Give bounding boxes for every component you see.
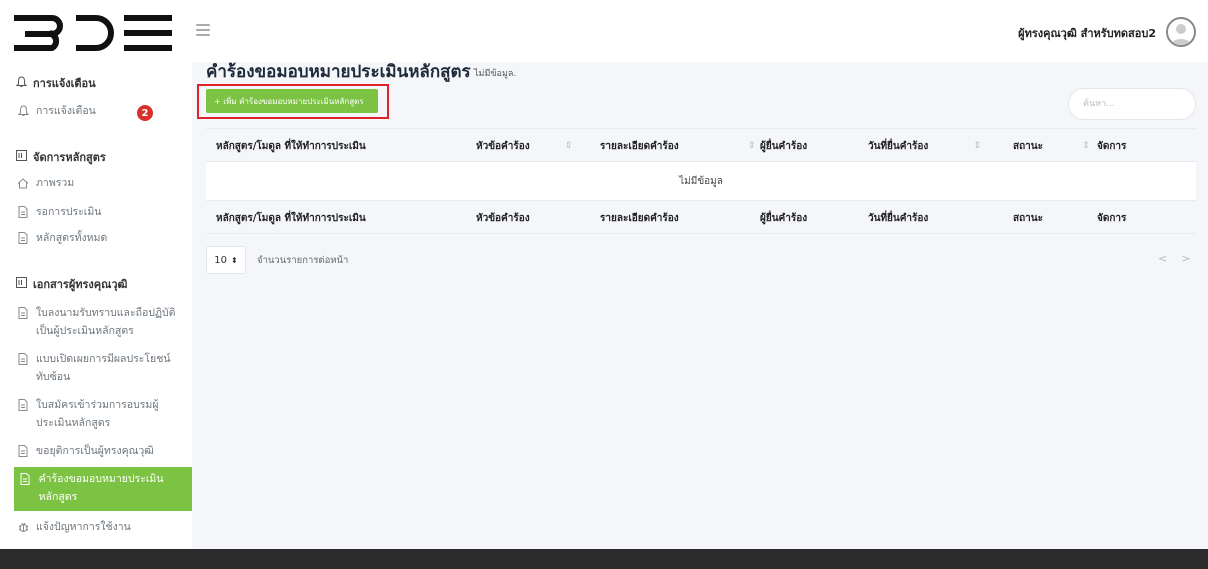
footer-requester: ผู้ยื่นคำร้อง <box>760 212 808 224</box>
sidebar-item-resignation-request[interactable]: ขอยุติการเป็นผู้ทรงคุณวุฒิ <box>16 442 184 460</box>
footer-course: หลักสูตร/โมดูล ที่ให้ทำการประเมิน <box>216 212 366 224</box>
page-title: คำร้องขอมอบหมายประเมินหลักสูตร <box>206 62 471 82</box>
sidebar-item-report-problem[interactable]: แจ้งปัญหาการใช้งาน <box>16 518 184 536</box>
section-title: จัดการหลักสูตร <box>33 151 106 164</box>
sort-icon[interactable]: ⇕ <box>1082 141 1090 151</box>
sidebar-item-label: หลักสูตรทั้งหมด <box>36 232 108 244</box>
sidebar-item-label: แจ้งปัญหาการใช้งาน <box>36 521 131 533</box>
document-icon <box>16 203 30 221</box>
sidebar-item-label: ใบลงนามรับทราบและถือปฏิบัติเป็นผู้ประเมิ… <box>36 307 176 337</box>
bell-icon <box>15 75 28 91</box>
pagination: < > <box>1158 252 1190 265</box>
sidebar-section-expert-documents: เอกสารผู้ทรงคุณวุฒิ <box>16 275 127 293</box>
sidebar-item-acknowledgement-form[interactable]: ใบลงนามรับทราบและถือปฏิบัติเป็นผู้ประเมิ… <box>16 304 184 340</box>
user-name[interactable]: ผู้ทรงคุณวุฒิ สำหรับทดสอบ2 <box>1018 24 1156 42</box>
sidebar-section-course-management: จัดการหลักสูตร <box>16 148 106 166</box>
sidebar-item-training-application[interactable]: ใบสมัครเข้าร่วมการอบรมผู้ประเมินหลักสูตร <box>16 396 184 432</box>
sidebar-item-label: ภาพรวม <box>36 177 75 189</box>
sidebar-item-assignment-request[interactable]: คำร้องขอมอบหมายประเมินหลักสูตร <box>14 467 192 511</box>
bell-icon <box>16 102 30 120</box>
sidebar-item-pending-evaluation[interactable]: รอการประเมิน <box>16 203 184 221</box>
column-header-status[interactable]: สถานะ ⇕ <box>1013 129 1090 163</box>
sidebar-item-conflict-of-interest[interactable]: แบบเปิดเผยการมีผลประโยชน์ทับซ้อน <box>16 350 184 386</box>
list-box-icon <box>16 277 27 291</box>
column-header-actions[interactable]: จัดการ <box>1097 129 1126 163</box>
bug-icon <box>16 518 30 536</box>
section-title: การแจ้งเตือน <box>33 77 96 90</box>
document-icon <box>20 470 33 488</box>
sidebar-item-label: การแจ้งเตือน <box>36 105 96 117</box>
bde-logo[interactable] <box>13 12 174 52</box>
document-icon <box>16 304 30 322</box>
table-footer: หลักสูตร/โมดูล ที่ให้ทำการประเมิน หัวข้อ… <box>206 200 1196 234</box>
sidebar-item-label: แบบเปิดเผยการมีผลประโยชน์ทับซ้อน <box>36 353 171 383</box>
empty-table-row: ไม่มีข้อมูล <box>206 162 1196 200</box>
sidebar-item-label: คำร้องขอมอบหมายประเมินหลักสูตร <box>38 473 164 503</box>
footer-actions: จัดการ <box>1097 212 1127 224</box>
page-size-select[interactable]: 10 ⬍ <box>206 246 246 274</box>
menu-toggle-icon[interactable] <box>196 24 210 36</box>
top-bar: ผู้ทรงคุณวุฒิ สำหรับทดสอบ2 <box>0 0 1208 62</box>
sidebar-section-notifications: การแจ้งเตือน <box>15 74 96 92</box>
page-size-value: 10 <box>214 254 228 266</box>
column-header-subject[interactable]: หัวข้อคำร้อง ⇕ <box>476 129 572 163</box>
document-icon <box>16 229 30 247</box>
sidebar-item-overview[interactable]: ภาพรวม <box>16 174 184 192</box>
page-subtitle: ไม่มีข้อมูล. <box>474 69 517 79</box>
column-header-details[interactable]: รายละเอียดคำร้อง ⇕ <box>600 129 755 163</box>
column-header-submit-date[interactable]: วันที่ยื่นคำร้อง ⇕ <box>868 129 981 163</box>
add-button-label: + เพิ่ม คำร้องขอมอบหมายประเมินหลักสูตร <box>214 96 364 106</box>
footer-status: สถานะ <box>1013 212 1043 224</box>
search-input[interactable] <box>1068 88 1196 120</box>
footer-bar <box>0 549 1208 569</box>
sort-icon[interactable]: ⇕ <box>748 141 756 151</box>
column-header-requester[interactable]: ผู้ยื่นคำร้อง <box>760 129 807 163</box>
empty-text: ไม่มีข้อมูล <box>679 175 723 187</box>
footer-submit-date: วันที่ยื่นคำร้อง <box>868 212 929 224</box>
sort-icon[interactable]: ⇕ <box>973 141 981 151</box>
footer-subject: หัวข้อคำร้อง <box>476 212 530 224</box>
section-title: เอกสารผู้ทรงคุณวุฒิ <box>33 278 128 291</box>
sidebar-item-label: รอการประเมิน <box>36 206 102 218</box>
sidebar-item-notifications[interactable]: การแจ้งเตือน <box>16 102 184 120</box>
document-icon <box>16 396 30 414</box>
sort-icon[interactable]: ⇕ <box>565 141 573 151</box>
updown-icon: ⬍ <box>231 255 238 265</box>
next-page-button[interactable]: > <box>1181 252 1190 265</box>
document-icon <box>16 350 30 368</box>
list-box-icon <box>16 150 27 164</box>
document-icon <box>16 442 30 460</box>
page-size-label: จำนวนรายการต่อหน้า <box>257 255 349 266</box>
home-icon <box>16 174 30 192</box>
footer-details: รายละเอียดคำร้อง <box>600 212 679 224</box>
sidebar-item-label: ใบสมัครเข้าร่วมการอบรมผู้ประเมินหลักสูตร <box>36 399 159 429</box>
user-avatar[interactable] <box>1166 17 1196 47</box>
notification-count-badge: 2 <box>137 105 153 121</box>
column-header-course[interactable]: หลักสูตร/โมดูล ที่ให้ทำการประเมิน <box>216 129 366 163</box>
previous-page-button[interactable]: < <box>1158 252 1167 265</box>
table-header: หลักสูตร/โมดูล ที่ให้ทำการประเมิน หัวข้อ… <box>206 128 1196 162</box>
sidebar-item-all-courses[interactable]: หลักสูตรทั้งหมด <box>16 229 184 247</box>
add-request-button[interactable]: + เพิ่ม คำร้องขอมอบหมายประเมินหลักสูตร <box>206 89 378 113</box>
sidebar-item-label: ขอยุติการเป็นผู้ทรงคุณวุฒิ <box>36 445 154 457</box>
